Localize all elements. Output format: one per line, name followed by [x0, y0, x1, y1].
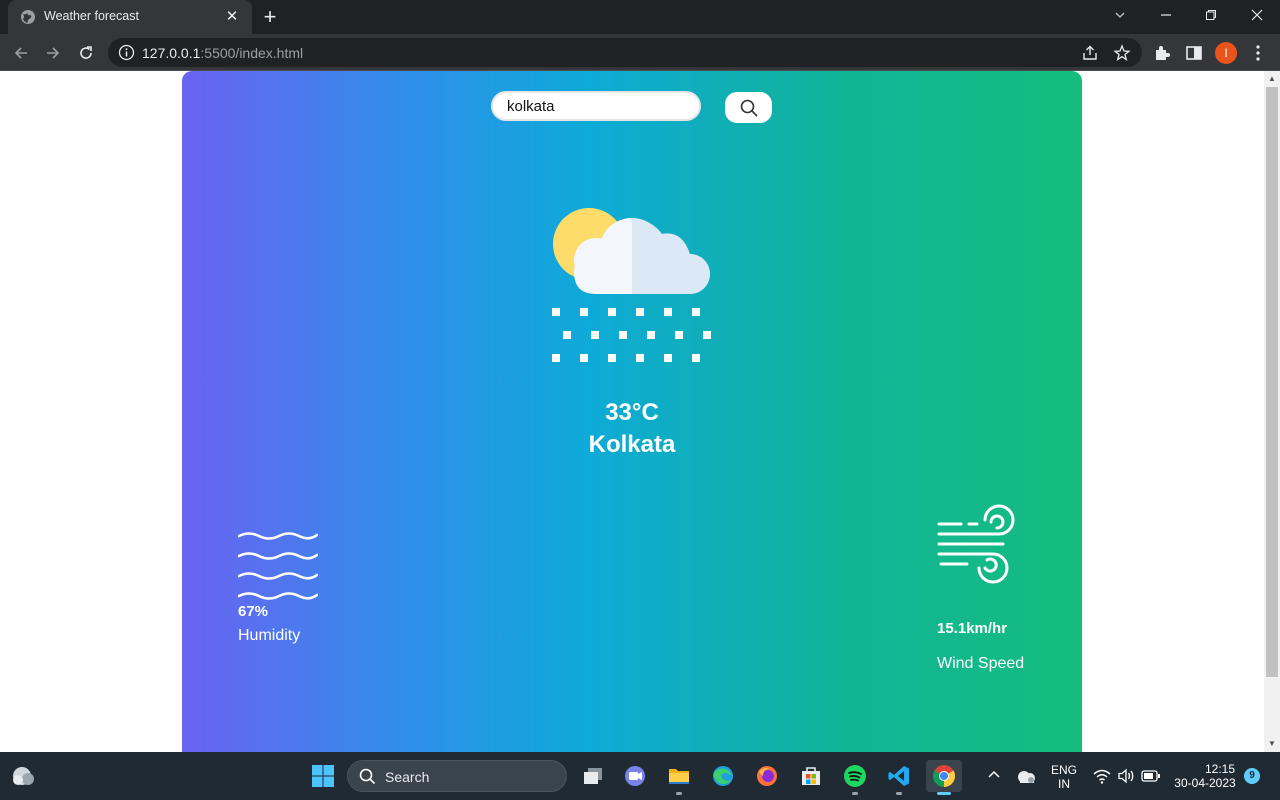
folder-icon: [669, 769, 689, 784]
onedrive-icon[interactable]: [1015, 768, 1037, 784]
spotify-button[interactable]: [839, 760, 871, 795]
vscode-icon: [888, 766, 909, 786]
globe-icon: [21, 10, 35, 24]
ms-store-button[interactable]: [795, 760, 827, 792]
search-icon: [740, 99, 758, 117]
weather-card: 33°C Kolkata 67% Humidity: [182, 71, 1082, 752]
tab-close-icon[interactable]: ✕: [222, 7, 242, 27]
wifi-icon[interactable]: [1093, 768, 1111, 784]
battery-icon[interactable]: [1141, 769, 1161, 783]
teams-chat-button[interactable]: [619, 760, 651, 792]
teams-chat-icon: [625, 766, 645, 786]
chrome-icon: [933, 765, 955, 787]
running-indicator: [852, 792, 858, 795]
extensions-icon[interactable]: [1152, 43, 1172, 63]
restore-button[interactable]: [1197, 4, 1225, 28]
share-icon[interactable]: [1081, 44, 1099, 62]
clock-time: 12:15: [1204, 762, 1235, 776]
input-language[interactable]: ENG IN: [1046, 763, 1082, 791]
new-tab-button[interactable]: +: [258, 5, 282, 29]
taskbar-search-box[interactable]: Search: [347, 760, 567, 792]
edge-button[interactable]: [707, 760, 739, 792]
volume-icon[interactable]: [1117, 768, 1135, 784]
tab-strip: Weather forecast ✕ +: [0, 0, 1280, 34]
tab-search-chevron-icon[interactable]: [1106, 4, 1134, 28]
snow-cloud-sun-icon: [552, 208, 711, 362]
bookmark-star-icon[interactable]: [1113, 44, 1131, 62]
minimize-button[interactable]: [1152, 4, 1180, 28]
city-name: Kolkata: [588, 431, 676, 458]
scroll-thumb[interactable]: [1266, 87, 1278, 677]
browser-toolbar: 127.0.0.1:5500/index.html I: [0, 34, 1280, 71]
start-button[interactable]: [307, 760, 339, 792]
profile-avatar[interactable]: I: [1215, 42, 1237, 64]
temperature-text: 33°C: [605, 399, 659, 426]
clock[interactable]: 12:15 30-04-2023: [1168, 762, 1242, 790]
firefox-icon: [757, 766, 777, 786]
wind-icon: [937, 504, 1015, 584]
reload-button[interactable]: [73, 40, 99, 66]
firefox-button[interactable]: [751, 760, 783, 792]
windows-logo-icon: [312, 765, 334, 787]
vscode-button[interactable]: [883, 760, 915, 795]
windows-taskbar: Search ENG IN 12:15 30-04-2023 9: [0, 752, 1280, 800]
taskbar-search-label: Search: [385, 769, 430, 785]
scroll-up-arrow-icon[interactable]: ▲: [1268, 75, 1276, 83]
wind-speed-value: 15.1km/hr: [937, 620, 1008, 637]
close-window-button[interactable]: [1243, 4, 1271, 28]
back-button[interactable]: [8, 40, 34, 66]
address-bar[interactable]: 127.0.0.1:5500/index.html: [108, 38, 1142, 67]
file-explorer-button[interactable]: [663, 760, 695, 795]
store-icon: [802, 767, 820, 785]
wind-speed-label: Wind Speed: [937, 655, 1025, 672]
task-view-button[interactable]: [577, 760, 609, 792]
browser-tab[interactable]: Weather forecast ✕: [8, 0, 252, 34]
weather-widget-icon[interactable]: [10, 764, 36, 788]
search-button[interactable]: [725, 92, 772, 123]
notification-badge[interactable]: 9: [1244, 768, 1260, 784]
menu-kebab-icon[interactable]: [1248, 43, 1268, 63]
active-indicator: [937, 792, 951, 795]
task-view-icon: [584, 768, 602, 784]
scroll-down-arrow-icon[interactable]: ▼: [1268, 740, 1276, 748]
humidity-waves-icon: [238, 532, 318, 600]
site-info-icon[interactable]: [118, 44, 135, 61]
city-search-input[interactable]: [491, 91, 701, 121]
page-scrollbar[interactable]: ▲ ▼: [1264, 71, 1280, 752]
forward-button[interactable]: [40, 40, 66, 66]
side-panel-icon[interactable]: [1184, 43, 1204, 63]
lang-secondary: IN: [1058, 777, 1070, 791]
edge-icon: [713, 766, 733, 786]
tab-title: Weather forecast: [44, 9, 139, 23]
humidity-label: Humidity: [238, 627, 301, 644]
clock-date: 30-04-2023: [1174, 776, 1236, 790]
chrome-button[interactable]: [926, 760, 962, 795]
spotify-icon: [844, 765, 866, 787]
running-indicator: [896, 792, 902, 795]
tray-overflow-chevron-icon[interactable]: [986, 768, 1002, 785]
running-indicator: [676, 792, 682, 795]
lang-primary: ENG: [1050, 763, 1077, 777]
page-viewport: 33°C Kolkata 67% Humidity: [0, 71, 1264, 752]
search-icon: [359, 768, 376, 785]
humidity-value: 67%: [238, 603, 269, 620]
url-text[interactable]: 127.0.0.1:5500/index.html: [142, 45, 303, 61]
